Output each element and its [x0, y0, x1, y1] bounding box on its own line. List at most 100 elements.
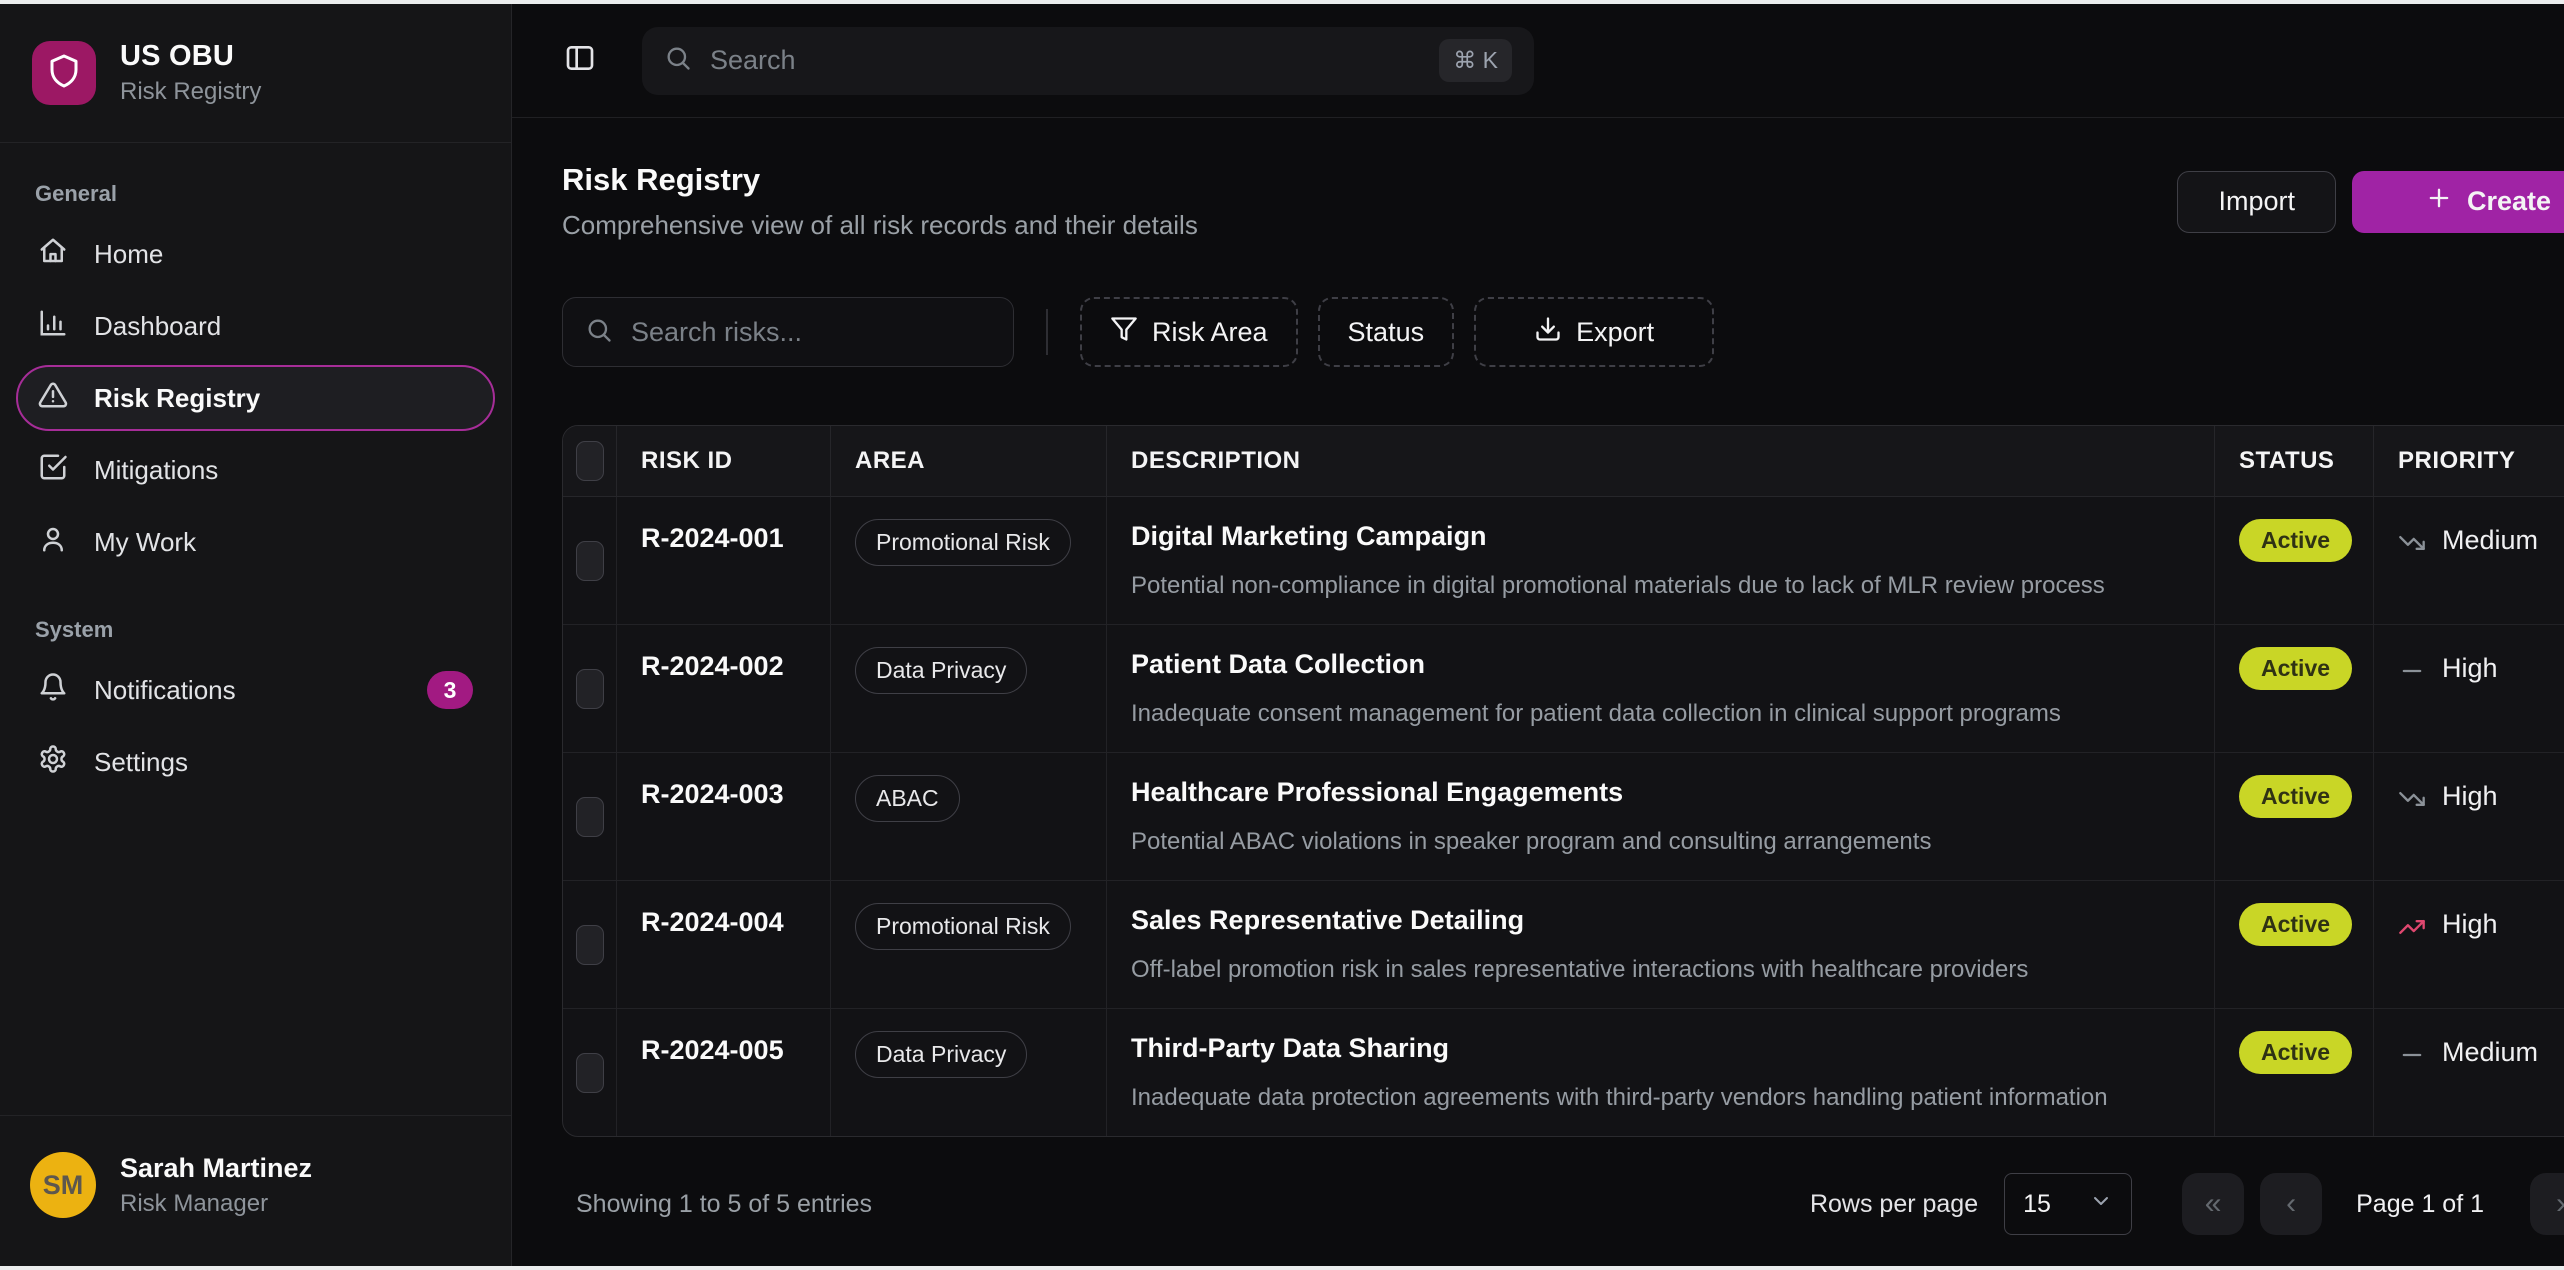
window-top-edge [0, 0, 2564, 4]
risk-id: R-2024-005 [617, 1009, 831, 1136]
page-info: Page 1 of 1 [2356, 1190, 2484, 1219]
sidebar: US OBU Risk Registry General Home Dashbo… [0, 4, 512, 1270]
risk-description: Off-label promotion risk in sales repres… [1131, 956, 2190, 984]
topbar: ⌘ K [512, 4, 2564, 118]
sidebar-item-label: Dashboard [94, 311, 221, 342]
area-badge: Promotional Risk [855, 903, 1071, 950]
risk-description: Inadequate data protection agreements wi… [1131, 1084, 2190, 1112]
table-row[interactable]: R-2024-001 Promotional Risk Digital Mark… [563, 497, 2564, 625]
trending-down-icon [2398, 525, 2426, 562]
funnel-icon [1110, 315, 1138, 350]
previous-page-button[interactable]: ‹ [2260, 1173, 2322, 1235]
user-profile[interactable]: SM Sarah Martinez Risk Manager [0, 1115, 511, 1270]
filter-status-button[interactable]: Status [1318, 297, 1455, 367]
rows-per-page-label: Rows per page [1810, 1190, 1978, 1219]
user-icon [38, 524, 68, 561]
window-bottom-edge [0, 1266, 2564, 1270]
column-header-status[interactable]: STATUS [2215, 426, 2374, 496]
rows-per-page-select[interactable]: 15 [2004, 1173, 2132, 1235]
sidebar-item-risk-registry[interactable]: Risk Registry [16, 365, 495, 431]
table-row[interactable]: R-2024-004 Promotional Risk Sales Repres… [563, 881, 2564, 1009]
priority-value: High [2442, 653, 2498, 684]
sidebar-item-mitigations[interactable]: Mitigations [16, 437, 495, 503]
risk-description: Potential ABAC violations in speaker pro… [1131, 828, 2190, 856]
risk-description: Potential non-compliance in digital prom… [1131, 572, 2190, 600]
row-checkbox[interactable] [576, 797, 604, 837]
table-row[interactable]: R-2024-003 ABAC Healthcare Professional … [563, 753, 2564, 881]
sidebar-item-label: Notifications [94, 675, 236, 706]
page-title: Risk Registry [562, 162, 1198, 198]
chevron-down-icon [2089, 1189, 2113, 1220]
notifications-count-badge: 3 [427, 671, 473, 709]
sidebar-item-notifications[interactable]: Notifications 3 [16, 657, 495, 723]
priority-value: Medium [2442, 525, 2538, 556]
global-search-input[interactable] [710, 45, 1421, 76]
export-button[interactable]: Export [1474, 297, 1714, 367]
table-row[interactable]: R-2024-002 Data Privacy Patient Data Col… [563, 625, 2564, 753]
area-badge: ABAC [855, 775, 960, 822]
chevron-left-icon: ‹ [2286, 1187, 2296, 1221]
sidebar-item-label: Home [94, 239, 163, 270]
status-badge: Active [2239, 1031, 2352, 1074]
global-search[interactable]: ⌘ K [642, 27, 1534, 95]
sidebar-item-dashboard[interactable]: Dashboard [16, 293, 495, 359]
minus-icon [2398, 653, 2426, 690]
minus-icon [2398, 1037, 2426, 1074]
avatar: SM [30, 1152, 96, 1218]
row-checkbox[interactable] [576, 925, 604, 965]
select-all-checkbox[interactable] [576, 441, 604, 481]
nav-section-general: General [35, 181, 495, 207]
sidebar-item-label: Risk Registry [94, 383, 260, 414]
table-row[interactable]: R-2024-005 Data Privacy Third-Party Data… [563, 1009, 2564, 1136]
download-icon [1534, 315, 1562, 350]
status-badge: Active [2239, 903, 2352, 946]
status-badge: Active [2239, 775, 2352, 818]
app-window: US OBU Risk Registry General Home Dashbo… [0, 0, 2564, 1270]
sidebar-item-settings[interactable]: Settings [16, 729, 495, 795]
row-checkbox[interactable] [576, 1053, 604, 1093]
row-checkbox[interactable] [576, 669, 604, 709]
sidebar-nav: General Home Dashboard Risk Registry Mit… [0, 143, 511, 801]
main-area: ⌘ K Risk Registry Comprehensive view of … [512, 4, 2564, 1270]
plus-icon [2425, 184, 2453, 219]
app-logo [32, 41, 96, 105]
risk-id: R-2024-003 [617, 753, 831, 880]
risk-search-input[interactable] [631, 317, 991, 348]
create-button[interactable]: Create [2352, 171, 2564, 233]
column-header-priority[interactable]: PRIORITY [2374, 426, 2564, 496]
priority-value: High [2442, 781, 2498, 812]
risk-id: R-2024-001 [617, 497, 831, 624]
row-checkbox[interactable] [576, 541, 604, 581]
risk-id: R-2024-004 [617, 881, 831, 1008]
sidebar-header: US OBU Risk Registry [0, 4, 511, 143]
priority-value: Medium [2442, 1037, 2538, 1068]
panel-left-icon [564, 42, 596, 79]
gear-icon [38, 744, 68, 781]
risk-title: Digital Marketing Campaign [1131, 521, 2190, 552]
column-header-description[interactable]: DESCRIPTION [1107, 426, 2215, 496]
trending-up-icon [2398, 909, 2426, 946]
next-page-button[interactable]: › [2530, 1173, 2564, 1235]
first-page-button[interactable]: « [2182, 1173, 2244, 1235]
filters-divider [1046, 309, 1048, 355]
risk-table: RISK ID AREA DESCRIPTION STATUS PRIORITY… [562, 425, 2564, 1137]
sidebar-item-home[interactable]: Home [16, 221, 495, 287]
user-role: Risk Manager [120, 1190, 312, 1218]
sidebar-item-label: Settings [94, 747, 188, 778]
chevron-right-icon: › [2556, 1187, 2564, 1221]
filter-risk-area-button[interactable]: Risk Area [1080, 297, 1298, 367]
column-header-area[interactable]: AREA [831, 426, 1107, 496]
user-name: Sarah Martinez [120, 1153, 312, 1184]
sidebar-item-my-work[interactable]: My Work [16, 509, 495, 575]
risk-title: Healthcare Professional Engagements [1131, 777, 2190, 808]
sidebar-toggle-button[interactable] [562, 43, 598, 79]
column-header-risk-id[interactable]: RISK ID [617, 426, 831, 496]
search-icon [585, 316, 613, 349]
chevrons-left-icon: « [2205, 1187, 2222, 1221]
risk-id: R-2024-002 [617, 625, 831, 752]
home-icon [38, 236, 68, 273]
import-button[interactable]: Import [2177, 171, 2336, 233]
risk-search[interactable] [562, 297, 1014, 367]
table-header-row: RISK ID AREA DESCRIPTION STATUS PRIORITY [563, 426, 2564, 497]
area-badge: Data Privacy [855, 1031, 1027, 1078]
